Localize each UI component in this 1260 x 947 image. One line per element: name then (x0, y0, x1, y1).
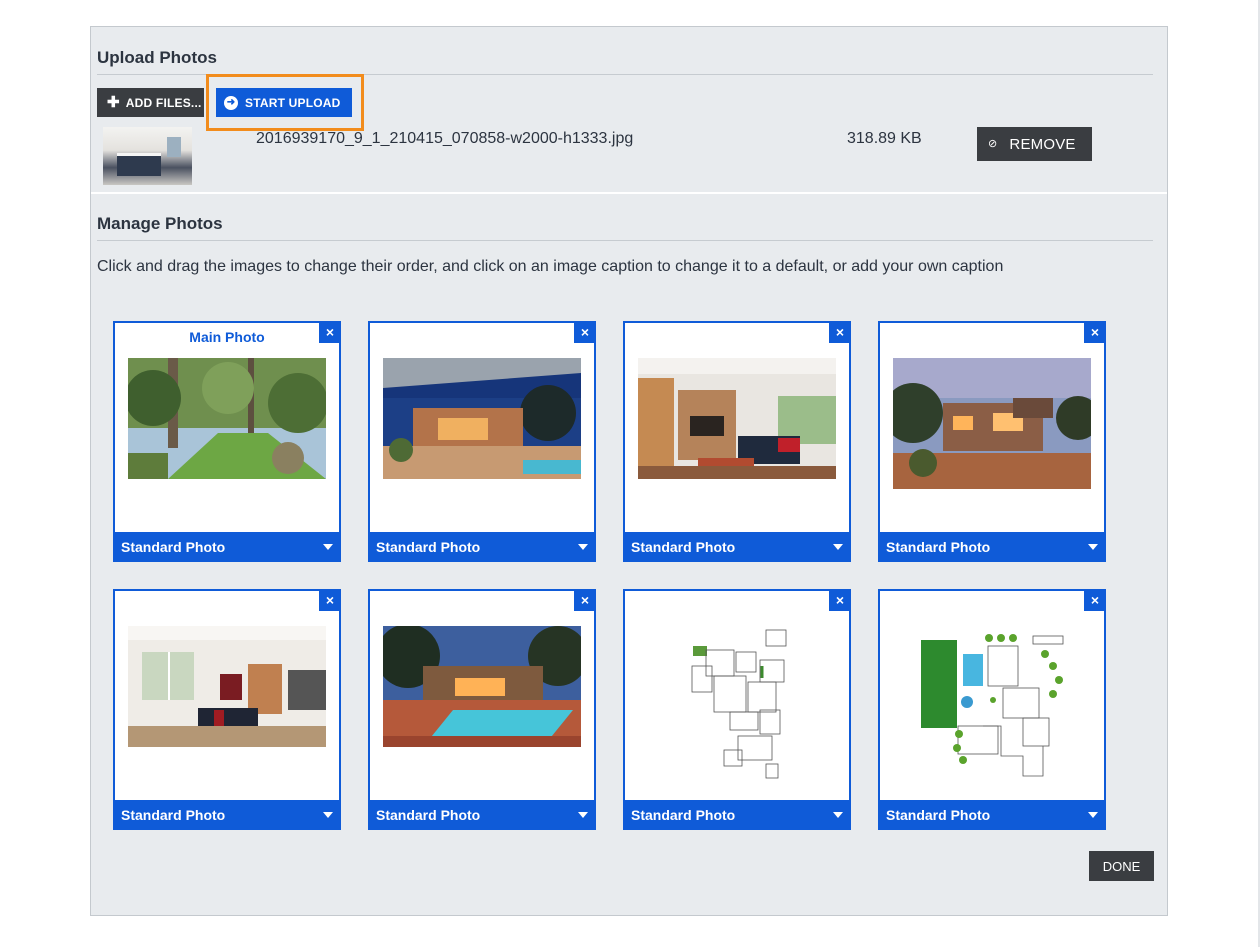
photo-house-exterior-dusk[interactable] (383, 358, 581, 479)
close-icon[interactable]: × (574, 589, 596, 611)
photo-caption-dropdown[interactable]: Standard Photo (368, 800, 596, 830)
photo-card[interactable]: Main Photo × Standard Photo (113, 321, 341, 562)
photo-card[interactable]: × Standard Photo (623, 321, 851, 562)
main-photo-label: Main Photo (189, 329, 265, 345)
caption-label: Standard Photo (121, 807, 226, 823)
uploaded-file-name: 2016939170_9_1_210415_070858-w2000-h1333… (256, 130, 634, 147)
uploaded-file-thumbnail (103, 127, 192, 185)
plus-icon: ✚ (107, 94, 120, 111)
start-upload-label: START UPLOAD (245, 95, 341, 110)
remove-file-button[interactable]: ⊘ REMOVE (977, 127, 1092, 161)
caret-down-icon (1088, 812, 1098, 818)
photo-caption-dropdown[interactable]: Standard Photo (113, 532, 341, 562)
caret-down-icon (833, 812, 843, 818)
arrow-right-circle-icon: ➜ (224, 95, 238, 110)
photo-card[interactable]: × Standard Photo (878, 589, 1106, 830)
caret-down-icon (1088, 544, 1098, 550)
cancel-icon: ⊘ (988, 137, 998, 150)
photo-caption-dropdown[interactable]: Standard Photo (368, 532, 596, 562)
photo-living-room-fireplace[interactable] (638, 358, 836, 479)
close-icon[interactable]: × (319, 321, 341, 343)
manage-title-divider (97, 240, 1153, 241)
remove-label: REMOVE (1009, 135, 1076, 153)
caption-label: Standard Photo (376, 807, 481, 823)
photo-caption-dropdown[interactable]: Standard Photo (878, 532, 1106, 562)
close-icon[interactable]: × (1084, 589, 1106, 611)
photo-living-room-windows[interactable] (128, 626, 326, 747)
close-icon[interactable]: × (829, 321, 851, 343)
manage-photos-title: Manage Photos (97, 214, 223, 233)
photo-caption-dropdown[interactable]: Standard Photo (113, 800, 341, 830)
caret-down-icon (833, 544, 843, 550)
manage-instructions: Click and drag the images to change thei… (97, 258, 1004, 275)
caption-label: Standard Photo (631, 539, 736, 555)
caret-down-icon (323, 544, 333, 550)
photo-site-plan[interactable] (893, 626, 1091, 784)
photo-caption-dropdown[interactable]: Standard Photo (623, 532, 851, 562)
caret-down-icon (578, 812, 588, 818)
caret-down-icon (578, 544, 588, 550)
close-icon[interactable]: × (574, 321, 596, 343)
section-separator (91, 192, 1167, 194)
caption-label: Standard Photo (886, 807, 991, 823)
caption-label: Standard Photo (121, 539, 226, 555)
close-icon[interactable]: × (319, 589, 341, 611)
photo-card[interactable]: × Standard Photo (623, 589, 851, 830)
caret-down-icon (323, 812, 333, 818)
start-upload-button[interactable]: ➜ START UPLOAD (216, 88, 352, 117)
caption-label: Standard Photo (631, 807, 736, 823)
photo-manager-panel: Upload Photos ✚ ADD FILES... ➜ START UPL… (90, 26, 1168, 916)
photo-card[interactable]: × Standard Photo (368, 321, 596, 562)
photo-card[interactable]: × Standard Photo (113, 589, 341, 830)
close-icon[interactable]: × (1084, 321, 1106, 343)
photo-card[interactable]: × Standard Photo (878, 321, 1106, 562)
done-button[interactable]: DONE (1089, 851, 1154, 881)
photo-card[interactable]: × Standard Photo (368, 589, 596, 830)
photo-garden-lawn[interactable] (128, 358, 326, 479)
photo-caption-dropdown[interactable]: Standard Photo (623, 800, 851, 830)
photo-house-exterior-evening[interactable] (893, 358, 1091, 489)
uploaded-file-size: 318.89 KB (847, 130, 922, 147)
caption-label: Standard Photo (886, 539, 991, 555)
upload-photos-title: Upload Photos (97, 48, 217, 67)
caption-label: Standard Photo (376, 539, 481, 555)
photo-floor-plan[interactable] (638, 626, 836, 784)
close-icon[interactable]: × (829, 589, 851, 611)
photo-pool-dusk[interactable] (383, 626, 581, 747)
photo-caption-dropdown[interactable]: Standard Photo (878, 800, 1106, 830)
add-files-label: ADD FILES... (125, 95, 202, 110)
add-files-button[interactable]: ✚ ADD FILES... (97, 88, 204, 117)
